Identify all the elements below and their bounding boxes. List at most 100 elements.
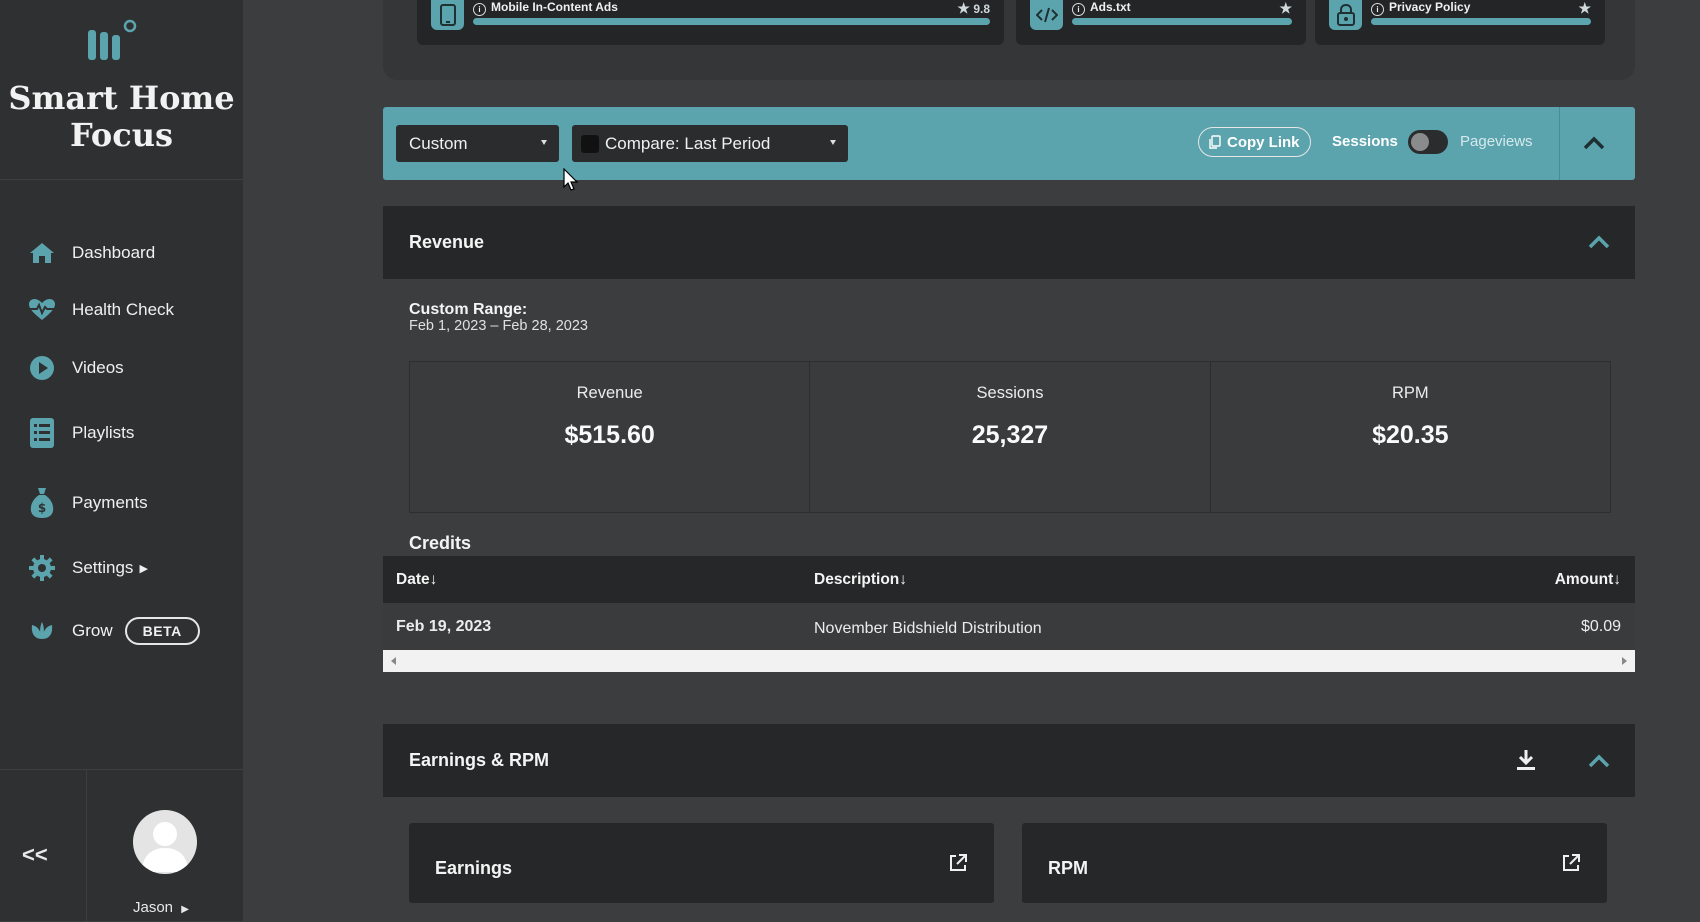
scroll-left-icon[interactable] — [391, 657, 396, 665]
sessions-pageviews-toggle[interactable] — [1408, 130, 1448, 154]
info-icon[interactable]: i — [1371, 3, 1384, 16]
health-card-ads-txt[interactable]: i Ads.txt ★ — [1016, 0, 1306, 45]
column-header-amount[interactable]: Amount↓ — [1555, 571, 1621, 589]
sidebar-item-payments[interactable]: $ Payments — [28, 486, 148, 520]
chevron-up-icon[interactable] — [1587, 232, 1611, 252]
sidebar-item-videos[interactable]: Videos — [28, 351, 124, 385]
chevron-up-icon[interactable] — [1587, 751, 1611, 771]
range-label: Custom Range: — [409, 301, 528, 318]
sidebar-item-dashboard[interactable]: Dashboard — [28, 236, 155, 270]
caret-right-icon: ▶ — [181, 904, 189, 915]
chevron-up-icon[interactable] — [1580, 131, 1608, 155]
score-bar — [1072, 18, 1292, 25]
health-card-label: Mobile In-Content Ads — [491, 0, 618, 14]
home-icon — [28, 239, 56, 267]
health-score: 9.8 — [973, 2, 990, 16]
credits-title: Credits — [409, 533, 472, 553]
caret-right-icon: ▶ — [139, 562, 148, 575]
star-icon: ★ — [957, 0, 970, 16]
dropdown-caret-icon — [541, 140, 547, 145]
external-link-icon[interactable] — [948, 853, 968, 873]
score-bar — [473, 18, 990, 25]
play-icon — [28, 354, 56, 382]
sidebar-item-label: Playlists — [72, 423, 135, 442]
user-name: Jason — [133, 899, 174, 916]
download-icon[interactable] — [1514, 749, 1538, 771]
sidebar-item-grow[interactable]: Grow BETA — [28, 614, 200, 648]
stat-value: $515.60 — [564, 421, 655, 449]
health-card-label: Ads.txt — [1090, 0, 1131, 14]
external-link-icon[interactable] — [1561, 853, 1581, 873]
copy-link-label: Copy Link — [1227, 133, 1300, 151]
sidebar-item-settings[interactable]: Settings ▶ — [28, 551, 148, 585]
tablet-icon — [431, 0, 464, 30]
user-menu[interactable]: Jason ▶ — [133, 899, 189, 916]
stat-value: 25,327 — [971, 421, 1049, 449]
beta-badge: BETA — [124, 617, 200, 645]
date-range-value: Custom — [409, 133, 468, 153]
stat-rpm: RPM $20.35 — [1211, 362, 1610, 512]
avatar[interactable] — [133, 810, 197, 874]
copy-link-button[interactable]: Copy Link — [1198, 127, 1311, 157]
column-header-date[interactable]: Date↓ — [396, 571, 437, 589]
health-card-mobile-ads[interactable]: i Mobile In-Content Ads ★ 9.8 — [417, 0, 1004, 45]
star-icon: ★ — [1578, 0, 1591, 16]
cell-description: November Bidshield Distribution — [814, 620, 1042, 637]
card-title: RPM — [1048, 858, 1088, 878]
horizontal-scrollbar[interactable] — [383, 650, 1635, 672]
compare-value: Compare: Last Period — [605, 133, 771, 153]
rpm-card: RPM — [1022, 823, 1607, 903]
star-icon: ★ — [1279, 0, 1292, 16]
sidebar-divider — [0, 179, 243, 180]
dropdown-caret-icon — [830, 140, 836, 145]
compare-checkbox[interactable] — [581, 134, 599, 153]
list-icon — [28, 418, 56, 448]
sidebar-item-label: Dashboard — [72, 243, 156, 262]
credits-table-header: Date↓ Description↓ Amount↓ — [383, 556, 1635, 603]
panel-title: Revenue — [409, 232, 485, 252]
sidebar-item-label: Settings — [72, 558, 134, 577]
stat-sessions: Sessions 25,327 — [810, 362, 1211, 512]
stat-revenue: Revenue $515.60 — [410, 362, 811, 512]
health-card-privacy-policy[interactable]: i Privacy Policy ★ — [1315, 0, 1605, 45]
brand-name: Smart Home Focus — [8, 79, 235, 154]
user-silhouette-icon — [141, 822, 189, 872]
health-check-summary: i Mobile In-Content Ads ★ 9.8 i Ads.txt ★ … — [383, 0, 1635, 80]
sidebar-item-health-check[interactable]: Health Check — [28, 293, 174, 327]
svg-text:$: $ — [38, 501, 46, 515]
earnings-panel-header: Earnings & RPM — [383, 724, 1635, 797]
copy-icon — [1209, 135, 1221, 149]
toggle-label-sessions[interactable]: Sessions — [1332, 133, 1398, 150]
mouse-cursor-icon — [563, 168, 579, 191]
toggle-label-pageviews[interactable]: Pageviews — [1460, 133, 1533, 150]
compare-select[interactable]: Compare: Last Period — [572, 125, 848, 162]
stat-label: RPM — [1391, 384, 1429, 402]
scroll-right-icon[interactable] — [1622, 657, 1627, 665]
toggle-knob — [1411, 133, 1429, 151]
toolbar-divider — [1559, 107, 1560, 180]
revenue-panel-header: Revenue — [383, 206, 1635, 279]
info-icon[interactable]: i — [1072, 3, 1085, 16]
sidebar-item-label: Payments — [72, 493, 148, 512]
table-row: Feb 19, 2023 November Bidshield Distribu… — [383, 603, 1635, 650]
heartbeat-icon — [28, 296, 56, 324]
lock-icon — [1329, 0, 1362, 30]
date-range-select[interactable]: Custom — [396, 125, 559, 162]
money-bag-icon: $ — [28, 488, 56, 518]
sidebar-item-label: Health Check — [72, 300, 175, 319]
sidebar-item-playlists[interactable]: Playlists — [28, 416, 134, 450]
sidebar: Smart Home Focus Dashboard Health Check … — [0, 0, 243, 922]
column-header-description[interactable]: Description↓ — [814, 571, 907, 589]
range-value: Feb 1, 2023 – Feb 28, 2023 — [409, 318, 588, 334]
collapse-sidebar-button[interactable]: << — [22, 842, 48, 868]
card-title: Earnings — [435, 858, 513, 878]
health-card-label: Privacy Policy — [1389, 0, 1471, 14]
stat-label: Revenue — [576, 384, 643, 402]
sidebar-item-label: Grow — [72, 621, 113, 640]
footer-divider — [86, 770, 87, 922]
info-icon[interactable]: i — [473, 3, 486, 16]
earnings-card: Earnings — [409, 823, 994, 903]
cell-date: Feb 19, 2023 — [396, 618, 492, 635]
cell-amount: $0.09 — [1580, 618, 1621, 635]
logo-icon — [88, 19, 137, 60]
